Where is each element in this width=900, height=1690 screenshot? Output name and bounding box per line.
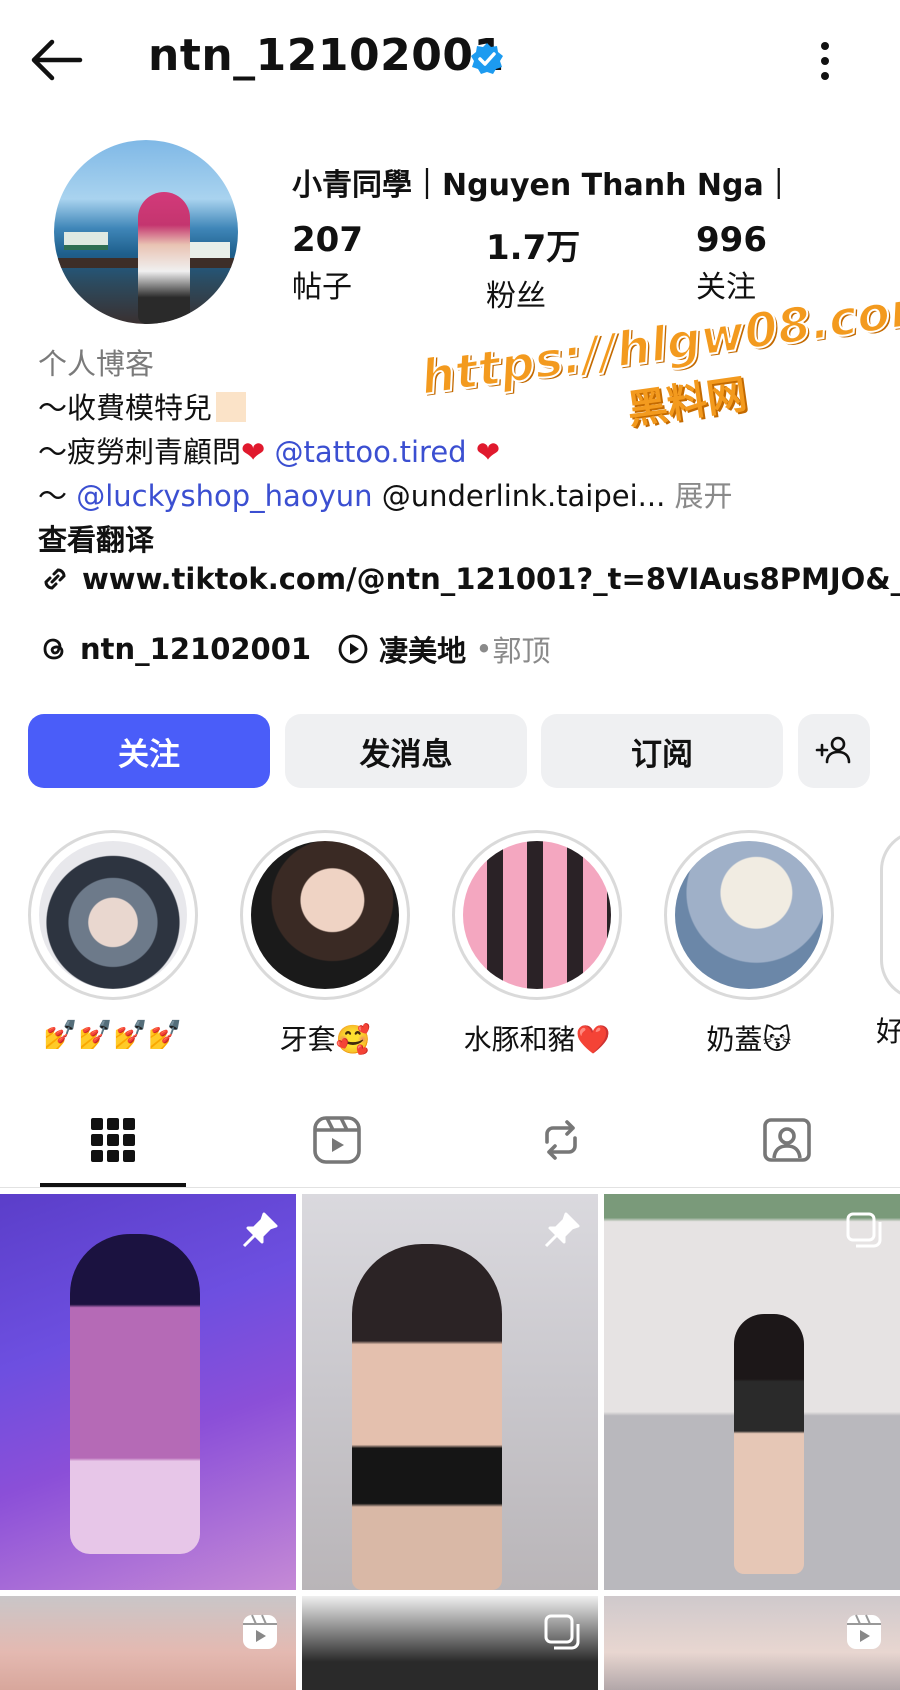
highlight-1[interactable]: 💅💅💅💅 (28, 830, 198, 1051)
highlight-4-cover (675, 841, 823, 989)
grid-post-5[interactable] (302, 1596, 598, 1690)
pinned-icon (544, 1212, 580, 1248)
threads-icon (43, 638, 64, 660)
profile-avatar[interactable] (54, 140, 238, 324)
bio-line-1-text: ～收費模特兒 (38, 391, 213, 425)
suggested-users-button[interactable] (798, 714, 870, 788)
heart-emoji-icon: ❤ (241, 435, 266, 469)
message-button[interactable]: 发消息 (285, 714, 527, 788)
grid-post-2[interactable] (302, 1194, 598, 1590)
grid-post-4[interactable] (0, 1596, 296, 1690)
profile-display-name: 小青同學｜Nguyen Thanh Nga｜ (292, 168, 794, 203)
more-options-icon[interactable] (810, 38, 840, 84)
posts-count: 207 (292, 220, 363, 260)
carousel-icon (846, 1212, 882, 1248)
active-tab-indicator (40, 1183, 186, 1187)
tab-posts-grid[interactable] (38, 1092, 188, 1188)
pinned-icon (242, 1212, 278, 1248)
link-icon (44, 568, 66, 590)
highlight-1-label: 💅💅💅💅 (43, 1018, 183, 1051)
highlight-3-cover (463, 841, 611, 989)
reel-icon (243, 1614, 277, 1649)
repost-icon (545, 1120, 577, 1160)
followers-label: 粉丝 (486, 279, 546, 314)
highlight-3[interactable]: 水豚和豬❤️ (452, 830, 622, 1058)
following-stat[interactable]: 996 关注 (696, 220, 767, 306)
carousel-icon (544, 1614, 580, 1650)
bio-expand-link[interactable]: 展开 (675, 479, 733, 513)
profile-tabs (0, 1092, 900, 1188)
bio-line-2-text: ～疲勞刺青顧問 (38, 435, 242, 469)
bio-link-text: www.tiktok.com/@ntn_121001?_t=8VIAus8PMJ… (82, 562, 900, 596)
highlight-4[interactable]: 奶蓋😽 (664, 830, 834, 1058)
grid-icon (91, 1118, 135, 1162)
highlight-2[interactable]: 牙套🥰 (240, 830, 410, 1058)
tab-reels[interactable] (262, 1092, 412, 1188)
mention-luckyshop[interactable]: @luckyshop_haoyun (76, 479, 372, 513)
reels-icon (313, 1116, 361, 1164)
emoji-swatch (216, 392, 247, 422)
top-bar: ntn_12102001 (0, 0, 900, 120)
subscribe-button[interactable]: 订阅 (541, 714, 783, 788)
posts-stat[interactable]: 207 帖子 (292, 220, 363, 306)
following-label: 关注 (696, 270, 756, 305)
music-artist: 郭顶 (492, 634, 551, 668)
highlight-3-label: 水豚和豬❤️ (463, 1023, 611, 1056)
highlight-1-cover (39, 841, 187, 989)
threads-handle[interactable]: ntn_12102001 (80, 632, 311, 666)
bio-link[interactable]: www.tiktok.com/@ntn_121001?_t=8VIAus8PMJ… (38, 562, 900, 596)
music-title[interactable]: 凄美地 (379, 628, 466, 670)
add-person-icon (815, 736, 851, 764)
highlight-5-label: 好 (876, 1015, 900, 1048)
tagged-person-icon (763, 1118, 811, 1162)
back-arrow-icon[interactable] (28, 38, 84, 82)
play-music-icon[interactable] (337, 633, 369, 665)
grid-post-1[interactable] (0, 1194, 296, 1590)
followers-stat[interactable]: 1.7万 粉丝 (486, 220, 580, 315)
mention-underlink[interactable]: @underlink.taipei... (382, 479, 666, 513)
threads-music-row: ntn_12102001 凄美地 • 郭顶 (38, 628, 550, 670)
follow-button[interactable]: 关注 (28, 714, 270, 788)
highlight-2-cover (251, 841, 399, 989)
reel-icon (847, 1614, 881, 1649)
music-separator: • (466, 632, 493, 666)
followers-count: 1.7万 (486, 228, 581, 268)
following-count: 996 (696, 220, 767, 260)
bio-line-3: ～ @luckyshop_haoyun @underlink.taipei...… (38, 474, 878, 518)
grid-post-3[interactable] (604, 1194, 900, 1590)
tab-tagged[interactable] (712, 1092, 862, 1188)
bio-line-3-prefix: ～ (38, 479, 68, 513)
verified-badge-icon (471, 43, 503, 74)
highlight-2-label: 牙套🥰 (279, 1023, 371, 1056)
posts-label: 帖子 (292, 270, 352, 305)
see-translation-link[interactable]: 查看翻译 (38, 518, 878, 562)
tab-reposts[interactable] (486, 1092, 636, 1188)
highlight-4-label: 奶蓋😽 (706, 1023, 792, 1056)
profile-username: ntn_12102001 (148, 30, 505, 81)
highlight-5[interactable] (880, 830, 900, 1000)
grid-post-6[interactable] (604, 1596, 900, 1690)
